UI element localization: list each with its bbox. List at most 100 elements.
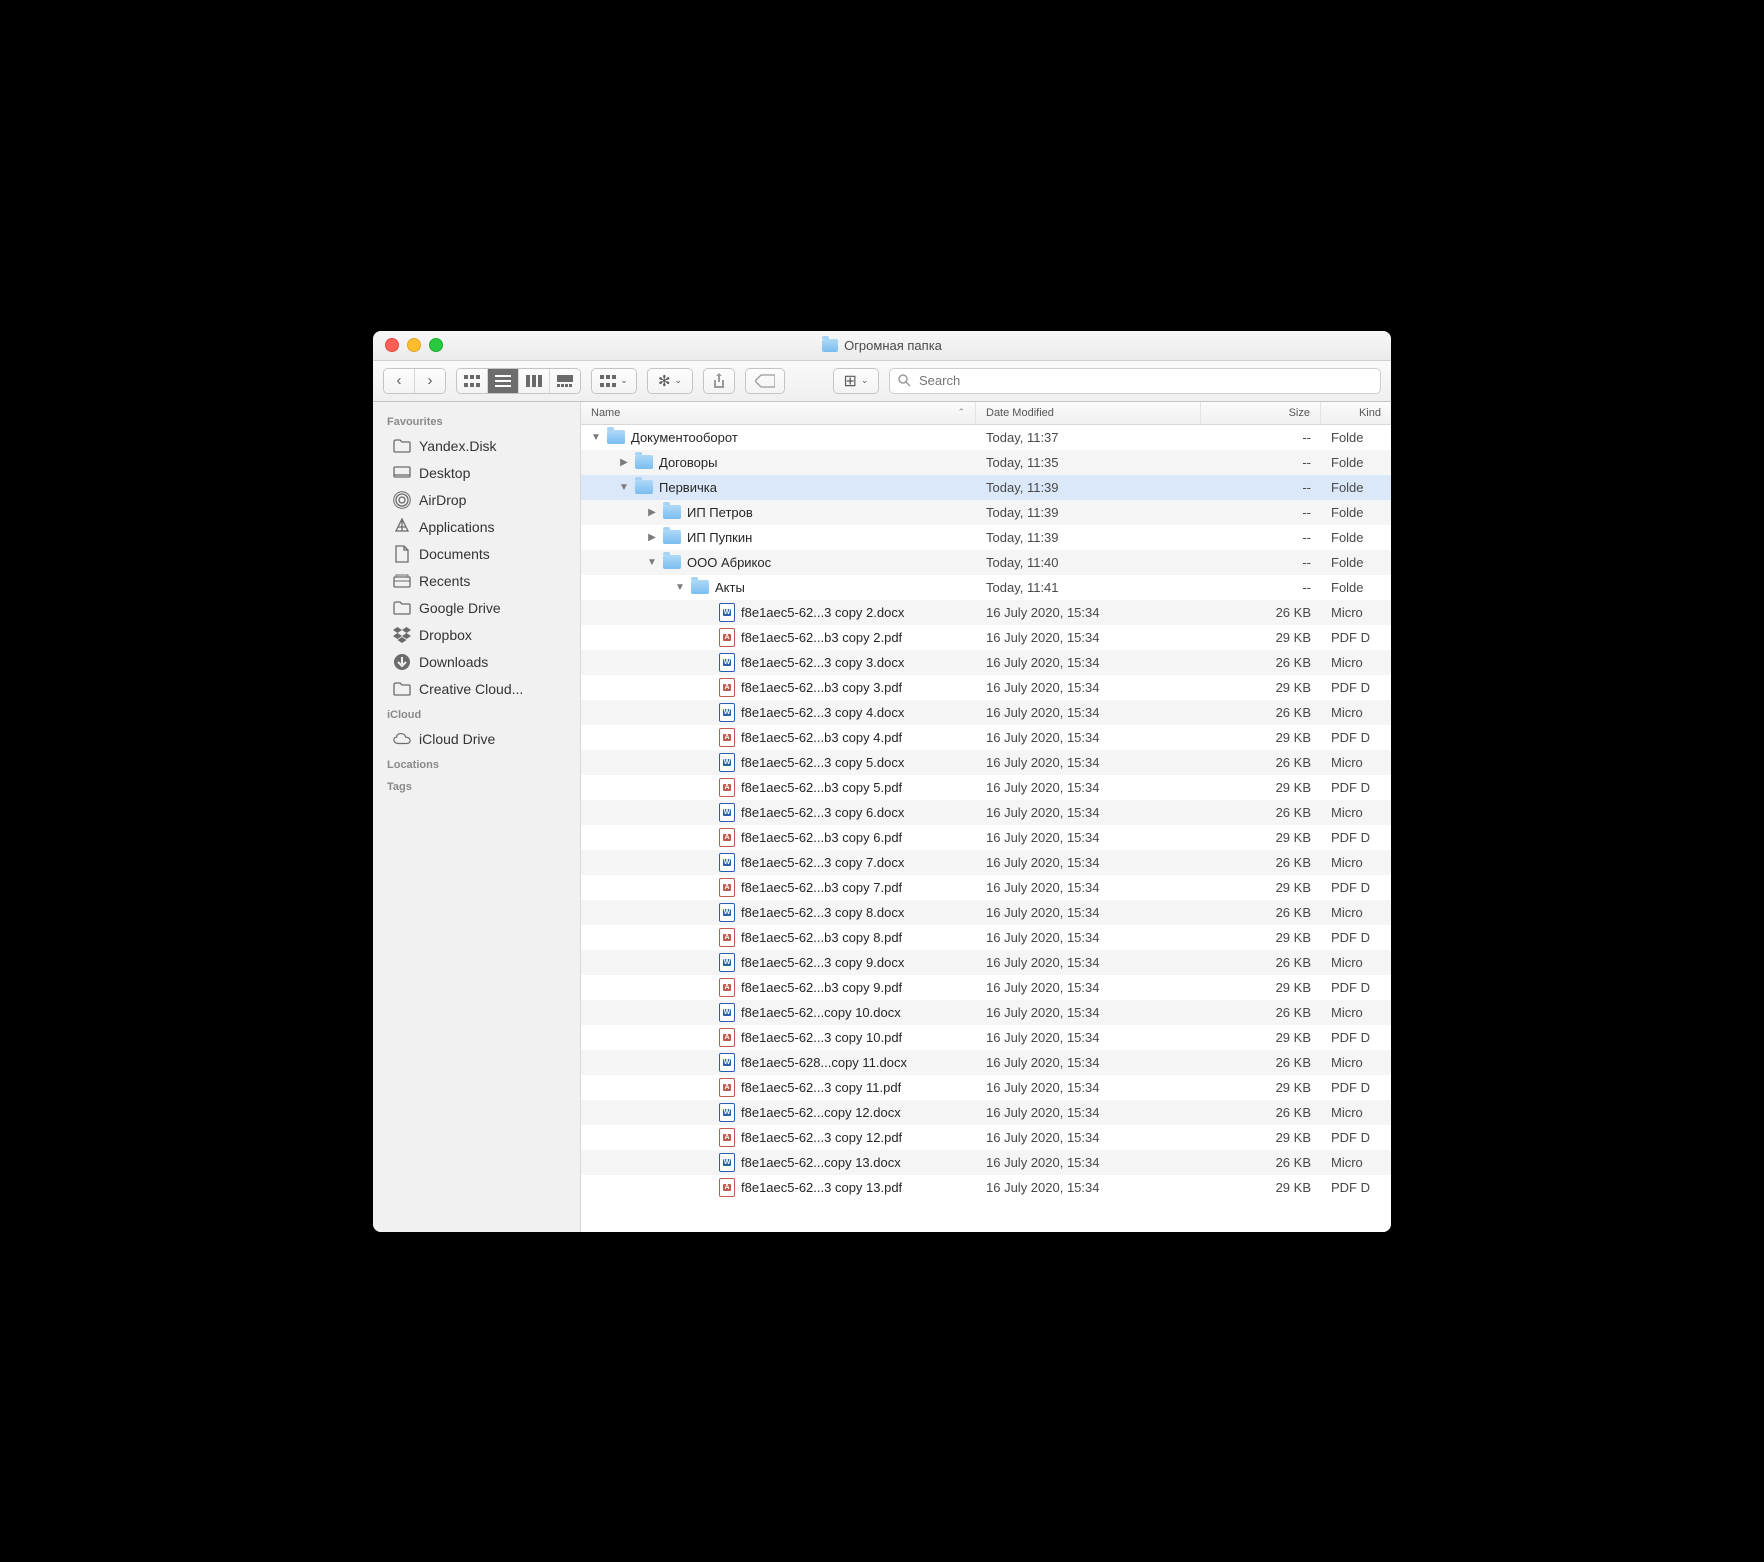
sidebar-item[interactable]: Documents xyxy=(379,541,574,567)
sidebar-item[interactable]: iCloud Drive xyxy=(379,726,574,752)
sidebar-section-header[interactable]: iCloud xyxy=(373,703,580,725)
sidebar-section-header[interactable]: Locations xyxy=(373,753,580,775)
file-name: f8e1aec5-62...3 copy 9.docx xyxy=(741,955,904,970)
sidebar-item[interactable]: Google Drive xyxy=(379,595,574,621)
sidebar-item[interactable]: Desktop xyxy=(379,460,574,486)
search-field[interactable] xyxy=(889,368,1381,394)
file-row[interactable]: ▼ПервичкаToday, 11:39--Folde xyxy=(581,475,1391,500)
file-name: f8e1aec5-62...b3 copy 7.pdf xyxy=(741,880,902,895)
sidebar-section-header[interactable]: Favourites xyxy=(373,410,580,432)
group-by-button[interactable]: ⌄ xyxy=(592,369,636,393)
disclosure-triangle-icon[interactable]: ▼ xyxy=(591,432,601,443)
file-row[interactable]: f8e1aec5-62...copy 12.docx16 July 2020, … xyxy=(581,1100,1391,1125)
disclosure-triangle-icon[interactable]: ▼ xyxy=(647,557,657,568)
sidebar-item[interactable]: Recents xyxy=(379,568,574,594)
file-name: f8e1aec5-62...3 copy 10.pdf xyxy=(741,1030,902,1045)
file-row[interactable]: f8e1aec5-628...copy 11.docx16 July 2020,… xyxy=(581,1050,1391,1075)
file-row[interactable]: f8e1aec5-62...b3 copy 9.pdf16 July 2020,… xyxy=(581,975,1391,1000)
view-icons-button[interactable] xyxy=(457,369,487,393)
column-size[interactable]: Size xyxy=(1201,402,1321,424)
sidebar-item[interactable]: Applications xyxy=(379,514,574,540)
view-columns-button[interactable] xyxy=(518,369,549,393)
file-row[interactable]: f8e1aec5-62...b3 copy 4.pdf16 July 2020,… xyxy=(581,725,1391,750)
search-input[interactable] xyxy=(917,372,1372,389)
file-row[interactable]: f8e1aec5-62...b3 copy 2.pdf16 July 2020,… xyxy=(581,625,1391,650)
disclosure-triangle-icon[interactable]: ▶ xyxy=(619,457,629,468)
action-button[interactable]: ✻ ⌄ xyxy=(648,369,692,393)
column-kind[interactable]: Kind xyxy=(1321,402,1391,424)
sidebar-item[interactable]: Yandex.Disk xyxy=(379,433,574,459)
file-row[interactable]: ▼ООО АбрикосToday, 11:40--Folde xyxy=(581,550,1391,575)
sidebar-item[interactable]: Downloads xyxy=(379,649,574,675)
close-button[interactable] xyxy=(385,338,399,352)
file-row[interactable]: f8e1aec5-62...3 copy 8.docx16 July 2020,… xyxy=(581,900,1391,925)
zoom-button[interactable] xyxy=(429,338,443,352)
file-row[interactable]: f8e1aec5-62...3 copy 9.docx16 July 2020,… xyxy=(581,950,1391,975)
file-date: 16 July 2020, 15:34 xyxy=(976,605,1201,620)
file-row[interactable]: ▶ДоговорыToday, 11:35--Folde xyxy=(581,450,1391,475)
file-kind: Folde xyxy=(1321,580,1391,595)
file-row[interactable]: f8e1aec5-62...3 copy 10.pdf16 July 2020,… xyxy=(581,1025,1391,1050)
folder-icon xyxy=(393,437,411,455)
disclosure-triangle-icon[interactable]: ▼ xyxy=(619,482,629,493)
sidebar-item[interactable]: AirDrop xyxy=(379,487,574,513)
chevron-down-icon: ⌄ xyxy=(620,375,628,386)
disclosure-triangle-icon[interactable]: ▼ xyxy=(675,582,685,593)
sidebar-item-label: iCloud Drive xyxy=(419,731,495,747)
file-row[interactable]: f8e1aec5-62...3 copy 3.docx16 July 2020,… xyxy=(581,650,1391,675)
word-doc-icon xyxy=(719,1103,735,1122)
file-date: 16 July 2020, 15:34 xyxy=(976,980,1201,995)
file-row[interactable]: f8e1aec5-62...b3 copy 8.pdf16 July 2020,… xyxy=(581,925,1391,950)
forward-button[interactable]: › xyxy=(414,369,445,393)
file-kind: PDF D xyxy=(1321,980,1391,995)
file-row[interactable]: f8e1aec5-62...b3 copy 5.pdf16 July 2020,… xyxy=(581,775,1391,800)
file-row[interactable]: f8e1aec5-62...3 copy 7.docx16 July 2020,… xyxy=(581,850,1391,875)
back-button[interactable]: ‹ xyxy=(384,369,414,393)
disclosure-triangle-icon[interactable]: ▶ xyxy=(647,507,657,518)
view-list-button[interactable] xyxy=(487,369,518,393)
sidebar-section-header[interactable]: Tags xyxy=(373,775,580,797)
file-name: f8e1aec5-62...b3 copy 4.pdf xyxy=(741,730,902,745)
file-row[interactable]: f8e1aec5-62...3 copy 6.docx16 July 2020,… xyxy=(581,800,1391,825)
share-button[interactable] xyxy=(704,369,734,393)
disclosure-triangle-icon[interactable]: ▶ xyxy=(647,532,657,543)
column-name[interactable]: Name⌃ xyxy=(581,402,976,424)
folder-icon xyxy=(635,455,653,469)
sidebar-item[interactable]: Dropbox xyxy=(379,622,574,648)
file-row[interactable]: f8e1aec5-62...3 copy 12.pdf16 July 2020,… xyxy=(581,1125,1391,1150)
file-row[interactable]: ▶ИП ПетровToday, 11:39--Folde xyxy=(581,500,1391,525)
file-row[interactable]: f8e1aec5-62...3 copy 2.docx16 July 2020,… xyxy=(581,600,1391,625)
tag-button[interactable] xyxy=(746,369,784,393)
sidebar: FavouritesYandex.DiskDesktopAirDropAppli… xyxy=(373,402,581,1232)
view-gallery-button[interactable] xyxy=(549,369,580,393)
file-row[interactable]: f8e1aec5-62...3 copy 11.pdf16 July 2020,… xyxy=(581,1075,1391,1100)
file-kind: Folde xyxy=(1321,480,1391,495)
file-date: Today, 11:39 xyxy=(976,530,1201,545)
file-row[interactable]: f8e1aec5-62...b3 copy 3.pdf16 July 2020,… xyxy=(581,675,1391,700)
file-kind: Folde xyxy=(1321,530,1391,545)
downloads-icon xyxy=(393,653,411,671)
file-size: -- xyxy=(1201,580,1321,595)
file-list[interactable]: ▼ДокументооборотToday, 11:37--Folde▶Дого… xyxy=(581,425,1391,1232)
file-row[interactable]: f8e1aec5-62...b3 copy 7.pdf16 July 2020,… xyxy=(581,875,1391,900)
sidebar-item[interactable]: Creative Cloud... xyxy=(379,676,574,702)
file-date: 16 July 2020, 15:34 xyxy=(976,630,1201,645)
pdf-doc-icon xyxy=(719,1078,735,1097)
dropbox-toolbar-button[interactable]: ⊞ ⌄ xyxy=(834,369,878,393)
share-icon xyxy=(712,373,726,389)
file-row[interactable]: f8e1aec5-62...b3 copy 6.pdf16 July 2020,… xyxy=(581,825,1391,850)
file-row[interactable]: f8e1aec5-62...copy 10.docx16 July 2020, … xyxy=(581,1000,1391,1025)
file-size: -- xyxy=(1201,505,1321,520)
file-row[interactable]: ▼АктыToday, 11:41--Folde xyxy=(581,575,1391,600)
file-row[interactable]: f8e1aec5-62...3 copy 4.docx16 July 2020,… xyxy=(581,700,1391,725)
file-row[interactable]: ▶ИП ПупкинToday, 11:39--Folde xyxy=(581,525,1391,550)
file-size: 26 KB xyxy=(1201,1105,1321,1120)
minimize-button[interactable] xyxy=(407,338,421,352)
file-row[interactable]: f8e1aec5-62...3 copy 5.docx16 July 2020,… xyxy=(581,750,1391,775)
file-row[interactable]: f8e1aec5-62...copy 13.docx16 July 2020, … xyxy=(581,1150,1391,1175)
column-date[interactable]: Date Modified xyxy=(976,402,1201,424)
file-name: f8e1aec5-62...3 copy 12.pdf xyxy=(741,1130,902,1145)
file-date: Today, 11:35 xyxy=(976,455,1201,470)
file-row[interactable]: ▼ДокументооборотToday, 11:37--Folde xyxy=(581,425,1391,450)
file-row[interactable]: f8e1aec5-62...3 copy 13.pdf16 July 2020,… xyxy=(581,1175,1391,1200)
